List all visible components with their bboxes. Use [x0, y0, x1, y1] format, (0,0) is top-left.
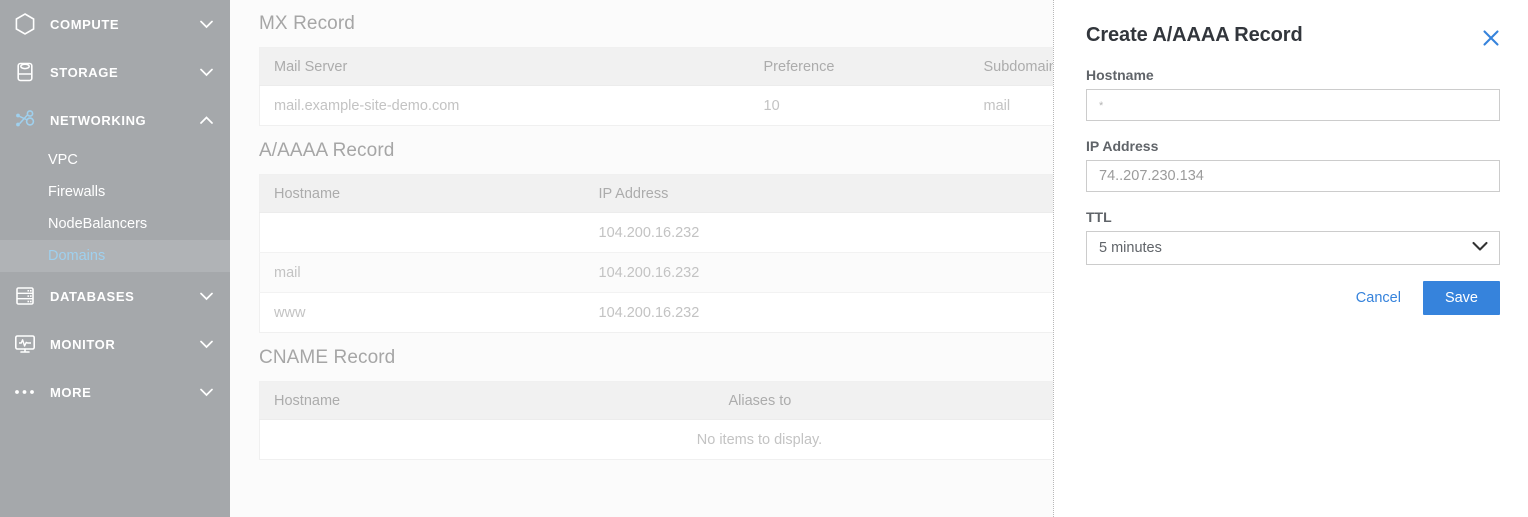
cell-mail-server: mail.example-site-demo.com [260, 86, 750, 126]
cell-hostname: www [260, 293, 585, 333]
cell-hostname: mail [260, 253, 585, 293]
ip-address-input[interactable] [1086, 160, 1500, 192]
sidebar-item-domains[interactable]: Domains [0, 240, 230, 272]
network-nodes-icon [10, 109, 40, 131]
sidebar-item-nodebalancers[interactable]: NodeBalancers [0, 208, 230, 240]
sidebar-group-storage[interactable]: STORAGE [0, 48, 230, 96]
cell-preference: 10 [750, 86, 970, 126]
sidebar-item-vpc[interactable]: VPC [0, 144, 230, 176]
drawer-header: Create A/AAAA Record [1086, 24, 1500, 49]
chevron-up-icon[interactable] [198, 116, 214, 125]
close-icon[interactable] [1480, 27, 1502, 49]
cancel-button[interactable]: Cancel [1340, 282, 1417, 314]
drawer-actions: Cancel Save [1086, 281, 1500, 315]
chevron-down-icon[interactable] [198, 20, 214, 29]
sidebar-subitems-networking: VPC Firewalls NodeBalancers Domains [0, 144, 230, 272]
sidebar-group-monitor[interactable]: MONITOR [0, 320, 230, 368]
cell-ip-address: 104.200.16.232 [585, 293, 1045, 333]
chevron-down-icon[interactable] [198, 388, 214, 397]
chevron-down-icon[interactable] [198, 292, 214, 301]
ttl-select[interactable]: 5 minutes [1086, 231, 1500, 265]
sidebar-item-firewalls[interactable]: Firewalls [0, 176, 230, 208]
sidebar-group-label: DATABASES [50, 289, 198, 304]
ttl-label: TTL [1086, 209, 1500, 225]
sidebar-group-label: COMPUTE [50, 17, 198, 32]
sidebar-group-label: STORAGE [50, 65, 198, 80]
ellipsis-icon [10, 388, 40, 396]
create-record-drawer: Create A/AAAA Record Hostname IP Address… [1053, 0, 1528, 517]
hexagon-icon [10, 12, 40, 36]
sidebar-group-compute[interactable]: COMPUTE [0, 0, 230, 48]
sidebar-group-networking[interactable]: NETWORKING [0, 96, 230, 144]
drawer-title: Create A/AAAA Record [1086, 24, 1303, 47]
column-header[interactable]: Hostname [260, 175, 585, 213]
ip-address-label: IP Address [1086, 138, 1500, 154]
sidebar-group-more[interactable]: MORE [0, 368, 230, 416]
chevron-down-icon[interactable] [198, 340, 214, 349]
sidebar-item-label: Firewalls [48, 184, 105, 200]
sidebar-item-label: VPC [48, 152, 78, 168]
sidebar-item-label: NodeBalancers [48, 216, 147, 232]
cell-ip-address: 104.200.16.232 [585, 253, 1045, 293]
column-header[interactable]: Mail Server [260, 48, 750, 86]
chevron-down-icon[interactable] [198, 68, 214, 77]
column-header[interactable]: Aliases to [715, 382, 1045, 420]
cell-ip-address: 104.200.16.232 [585, 213, 1045, 253]
column-header[interactable]: IP Address [585, 175, 1045, 213]
database-rack-icon [10, 284, 40, 308]
save-button[interactable]: Save [1423, 281, 1500, 315]
monitor-pulse-icon [10, 332, 40, 356]
app-root: COMPUTE STORAGE [0, 0, 1528, 517]
bucket-icon [10, 60, 40, 84]
sidebar-group-label: NETWORKING [50, 113, 198, 128]
sidebar: COMPUTE STORAGE [0, 0, 230, 517]
sidebar-group-databases[interactable]: DATABASES [0, 272, 230, 320]
column-header[interactable]: Preference [750, 48, 970, 86]
sidebar-group-label: MONITOR [50, 337, 198, 352]
cell-hostname [260, 213, 585, 253]
sidebar-item-label: Domains [48, 248, 105, 264]
ttl-select-wrapper: 5 minutes [1086, 231, 1500, 265]
ttl-selected-value: 5 minutes [1099, 240, 1162, 256]
column-header[interactable]: Hostname [260, 382, 715, 420]
hostname-input[interactable] [1086, 89, 1500, 121]
hostname-label: Hostname [1086, 67, 1500, 83]
sidebar-group-label: MORE [50, 385, 198, 400]
